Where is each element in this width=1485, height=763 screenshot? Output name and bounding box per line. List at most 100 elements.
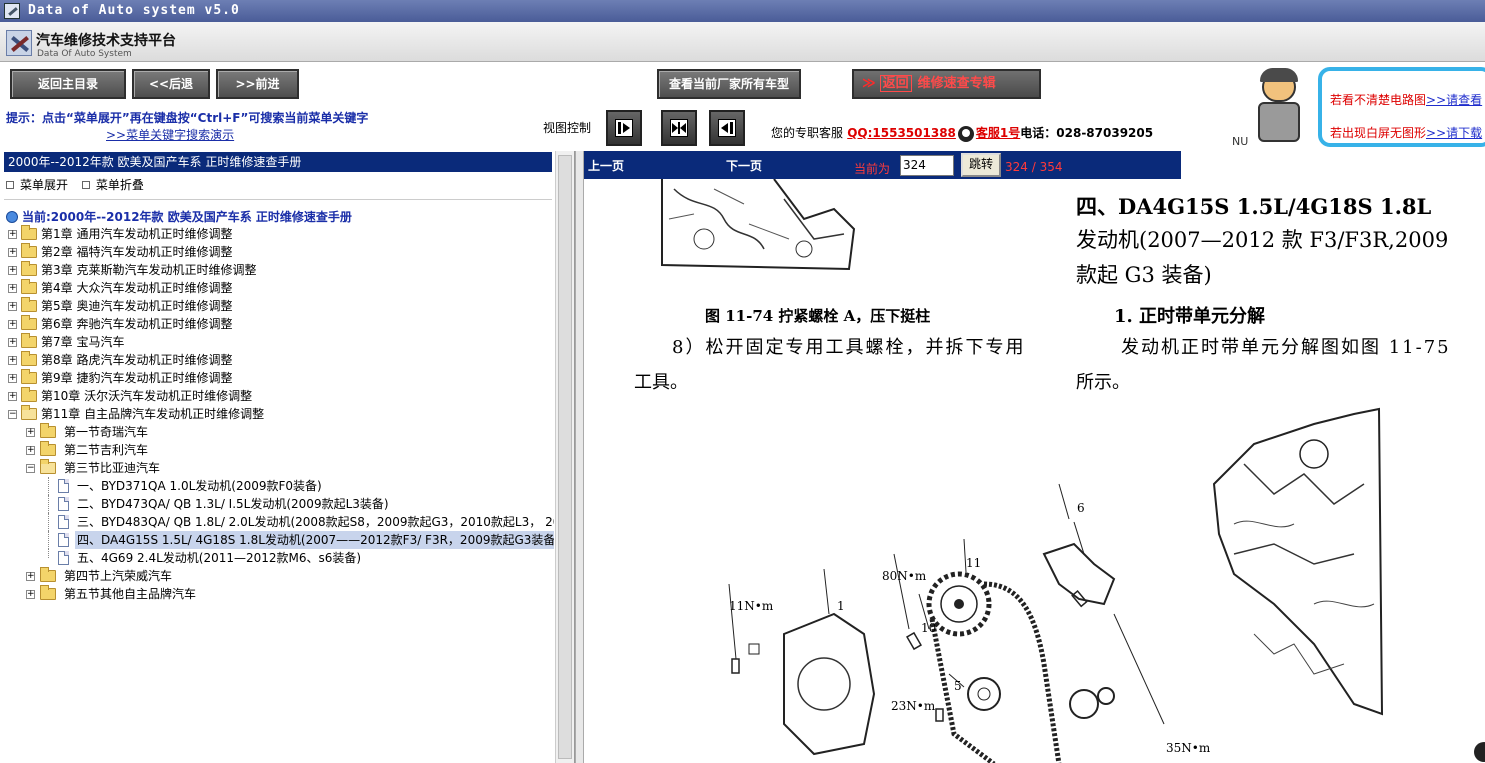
torque-label: 35N•m	[1166, 741, 1211, 755]
tree-document[interactable]: 五、4G69 2.4L发动机(2011—2012款M6、s6装备)	[0, 549, 554, 567]
plus-icon[interactable]: +	[8, 338, 17, 347]
engine-partial-illustration	[661, 179, 856, 271]
plus-icon[interactable]: +	[8, 248, 17, 257]
minus-icon[interactable]: −	[8, 410, 17, 419]
forward-button[interactable]: >>前进	[216, 69, 299, 99]
next-page-link[interactable]: 下一页	[726, 157, 762, 174]
tree-chapter[interactable]: + 第2章 福特汽车发动机正时维修调整	[0, 243, 554, 261]
page-count: 324 / 354	[1005, 160, 1063, 174]
tree-chapter[interactable]: + 第4章 大众汽车发动机正时维修调整	[0, 279, 554, 297]
plus-icon[interactable]: +	[8, 230, 17, 239]
expand-icon	[6, 181, 14, 189]
customer-service-info: 您的专职客服 QQ:1553501388 客服1号电话：028-87039205	[771, 124, 1153, 142]
brand-subtitle: Data Of Auto System	[37, 49, 132, 59]
quick-query-label: 维修速查专辑	[917, 76, 996, 91]
view-control-label: 视图控制	[543, 121, 592, 135]
back-button[interactable]: <<后退	[132, 69, 210, 99]
service-agent-link[interactable]: 客服1号	[976, 126, 1020, 140]
tree-chapter[interactable]: + 第5章 奥迪汽车发动机正时维修调整	[0, 297, 554, 315]
page-number-input[interactable]: 324	[900, 155, 954, 176]
tree-connector	[48, 477, 49, 495]
current-root[interactable]: 当前:2000年--2012年款 欧美及国产车系 正时维修速查手册	[6, 208, 352, 225]
plus-icon[interactable]: +	[26, 428, 35, 437]
ad-line-circuit: 若看不清楚电路图>>请查看	[1330, 93, 1483, 107]
ad-view-link[interactable]: >>请查看	[1426, 93, 1482, 107]
divider	[4, 199, 552, 200]
window-title-bar: Data of Auto system v5.0	[0, 0, 1485, 22]
arrow-right-icon	[615, 119, 633, 137]
view-split-button[interactable]	[661, 110, 697, 146]
tree-section[interactable]: + 第二节吉利汽车	[0, 441, 554, 459]
plus-icon[interactable]: +	[8, 392, 17, 401]
plus-icon[interactable]: +	[8, 320, 17, 329]
plus-icon[interactable]: +	[8, 266, 17, 275]
tree-chapter[interactable]: + 第6章 奔驰汽车发动机正时维修调整	[0, 315, 554, 333]
tree-section[interactable]: + 第四节上汽荣威汽车	[0, 567, 554, 585]
tree-document-selected[interactable]: 四、DA4G15S 1.5L/ 4G18S 1.8L发动机(2007——2012…	[0, 531, 554, 549]
service-qq-link[interactable]: QQ:1553501388	[847, 126, 956, 140]
ad-nu-text: NU	[1232, 135, 1249, 148]
folder-icon	[21, 243, 37, 258]
step-8-text-cont: 工具。	[634, 372, 688, 393]
view-right-pane-button[interactable]	[709, 110, 745, 146]
folder-icon	[21, 315, 37, 330]
menu-tree: + 第1章 通用汽车发动机正时维修调整 + 第2章 福特汽车发动机正时维修调整 + 第…	[0, 225, 554, 603]
globe-icon	[6, 211, 18, 223]
tree-chapter[interactable]: + 第1章 通用汽车发动机正时维修调整	[0, 225, 554, 243]
all-models-button[interactable]: 查看当前厂家所有车型	[657, 69, 801, 99]
plus-icon[interactable]: +	[8, 374, 17, 383]
tree-chapter[interactable]: + 第3章 克莱斯勒汽车发动机正时维修调整	[0, 261, 554, 279]
open-folder-icon	[21, 405, 37, 420]
tree-chapter[interactable]: + 第10章 沃尔沃汽车发动机正时维修调整	[0, 387, 554, 405]
scrollbar-thumb[interactable]	[558, 155, 572, 759]
document-icon	[58, 497, 69, 511]
document-icon	[58, 551, 69, 565]
plus-icon[interactable]: +	[8, 284, 17, 293]
brand-title: 汽车维修技术支持平台	[36, 33, 176, 49]
search-demo-link[interactable]: >>菜单关键字搜索演示	[106, 126, 234, 143]
ad-line-download: 若出现白屏无图形>>请下载	[1330, 126, 1483, 140]
prev-page-link[interactable]: 上一页	[588, 157, 624, 174]
menu-scrollbar[interactable]	[555, 151, 574, 763]
plus-icon[interactable]: +	[26, 590, 35, 599]
tree-section[interactable]: + 第一节奇瑞汽车	[0, 423, 554, 441]
menu-collapse-link[interactable]: 菜单折叠	[96, 178, 144, 192]
document-icon	[58, 515, 69, 529]
subsection-text: 发动机正时带单元分解图如图 11-75	[1121, 337, 1451, 358]
tree-section-expanded[interactable]: − 第三节比亚迪汽车	[0, 459, 554, 477]
torque-label: 23N•m	[891, 699, 936, 713]
folder-icon	[21, 387, 37, 402]
view-left-pane-button[interactable]	[606, 110, 642, 146]
plus-icon[interactable]: +	[26, 446, 35, 455]
tree-section[interactable]: + 第五节其他自主品牌汽车	[0, 585, 554, 603]
section-heading-line3: 款起 G3 装备)	[1076, 263, 1212, 287]
plus-icon[interactable]: +	[8, 356, 17, 365]
folder-icon	[21, 369, 37, 384]
open-folder-icon	[40, 459, 56, 474]
pane-splitter[interactable]	[575, 151, 584, 763]
ad-download-link[interactable]: >>请下载	[1426, 126, 1482, 140]
tree-chapter[interactable]: + 第9章 捷豹汽车发动机正时维修调整	[0, 369, 554, 387]
menu-header: 2000年--2012年款 欧美及国产车系 正时维修速查手册	[4, 152, 552, 172]
timing-belt-exploded-diagram	[728, 407, 1384, 763]
minus-icon[interactable]: −	[26, 464, 35, 473]
service-label: 您的专职客服	[771, 126, 844, 140]
menu-expand-link[interactable]: 菜单展开	[20, 178, 68, 192]
mechanic-mascot-icon	[1248, 68, 1312, 150]
quick-query-return-button[interactable]: ≫ 返回 维修速查专辑	[852, 69, 1041, 99]
part-number-label: 10	[921, 621, 937, 635]
tree-chapter[interactable]: + 第7章 宝马汽车	[0, 333, 554, 351]
folder-icon	[40, 441, 56, 456]
tree-document[interactable]: 一、BYD371QA 1.0L发动机(2009款F0装备)	[0, 477, 554, 495]
tree-document[interactable]: 二、BYD473QA/ QB 1.3L/ I.5L发动机(2009款起L3装备)	[0, 495, 554, 513]
folder-icon	[21, 333, 37, 348]
go-to-page-button[interactable]: 跳转	[961, 153, 1001, 177]
plus-icon[interactable]: +	[26, 572, 35, 581]
tree-chapter[interactable]: + 第8章 路虎汽车发动机正时维修调整	[0, 351, 554, 369]
subsection-text-cont: 所示。	[1076, 372, 1130, 393]
tree-chapter-expanded[interactable]: − 第11章 自主品牌汽车发动机正时维修调整	[0, 405, 554, 423]
tree-document[interactable]: 三、BYD483QA/ QB 1.8L/ 2.0L发动机(2008款起S8，20…	[0, 513, 554, 531]
home-button[interactable]: 返回主目录	[10, 69, 126, 99]
app-icon	[4, 3, 20, 19]
plus-icon[interactable]: +	[8, 302, 17, 311]
